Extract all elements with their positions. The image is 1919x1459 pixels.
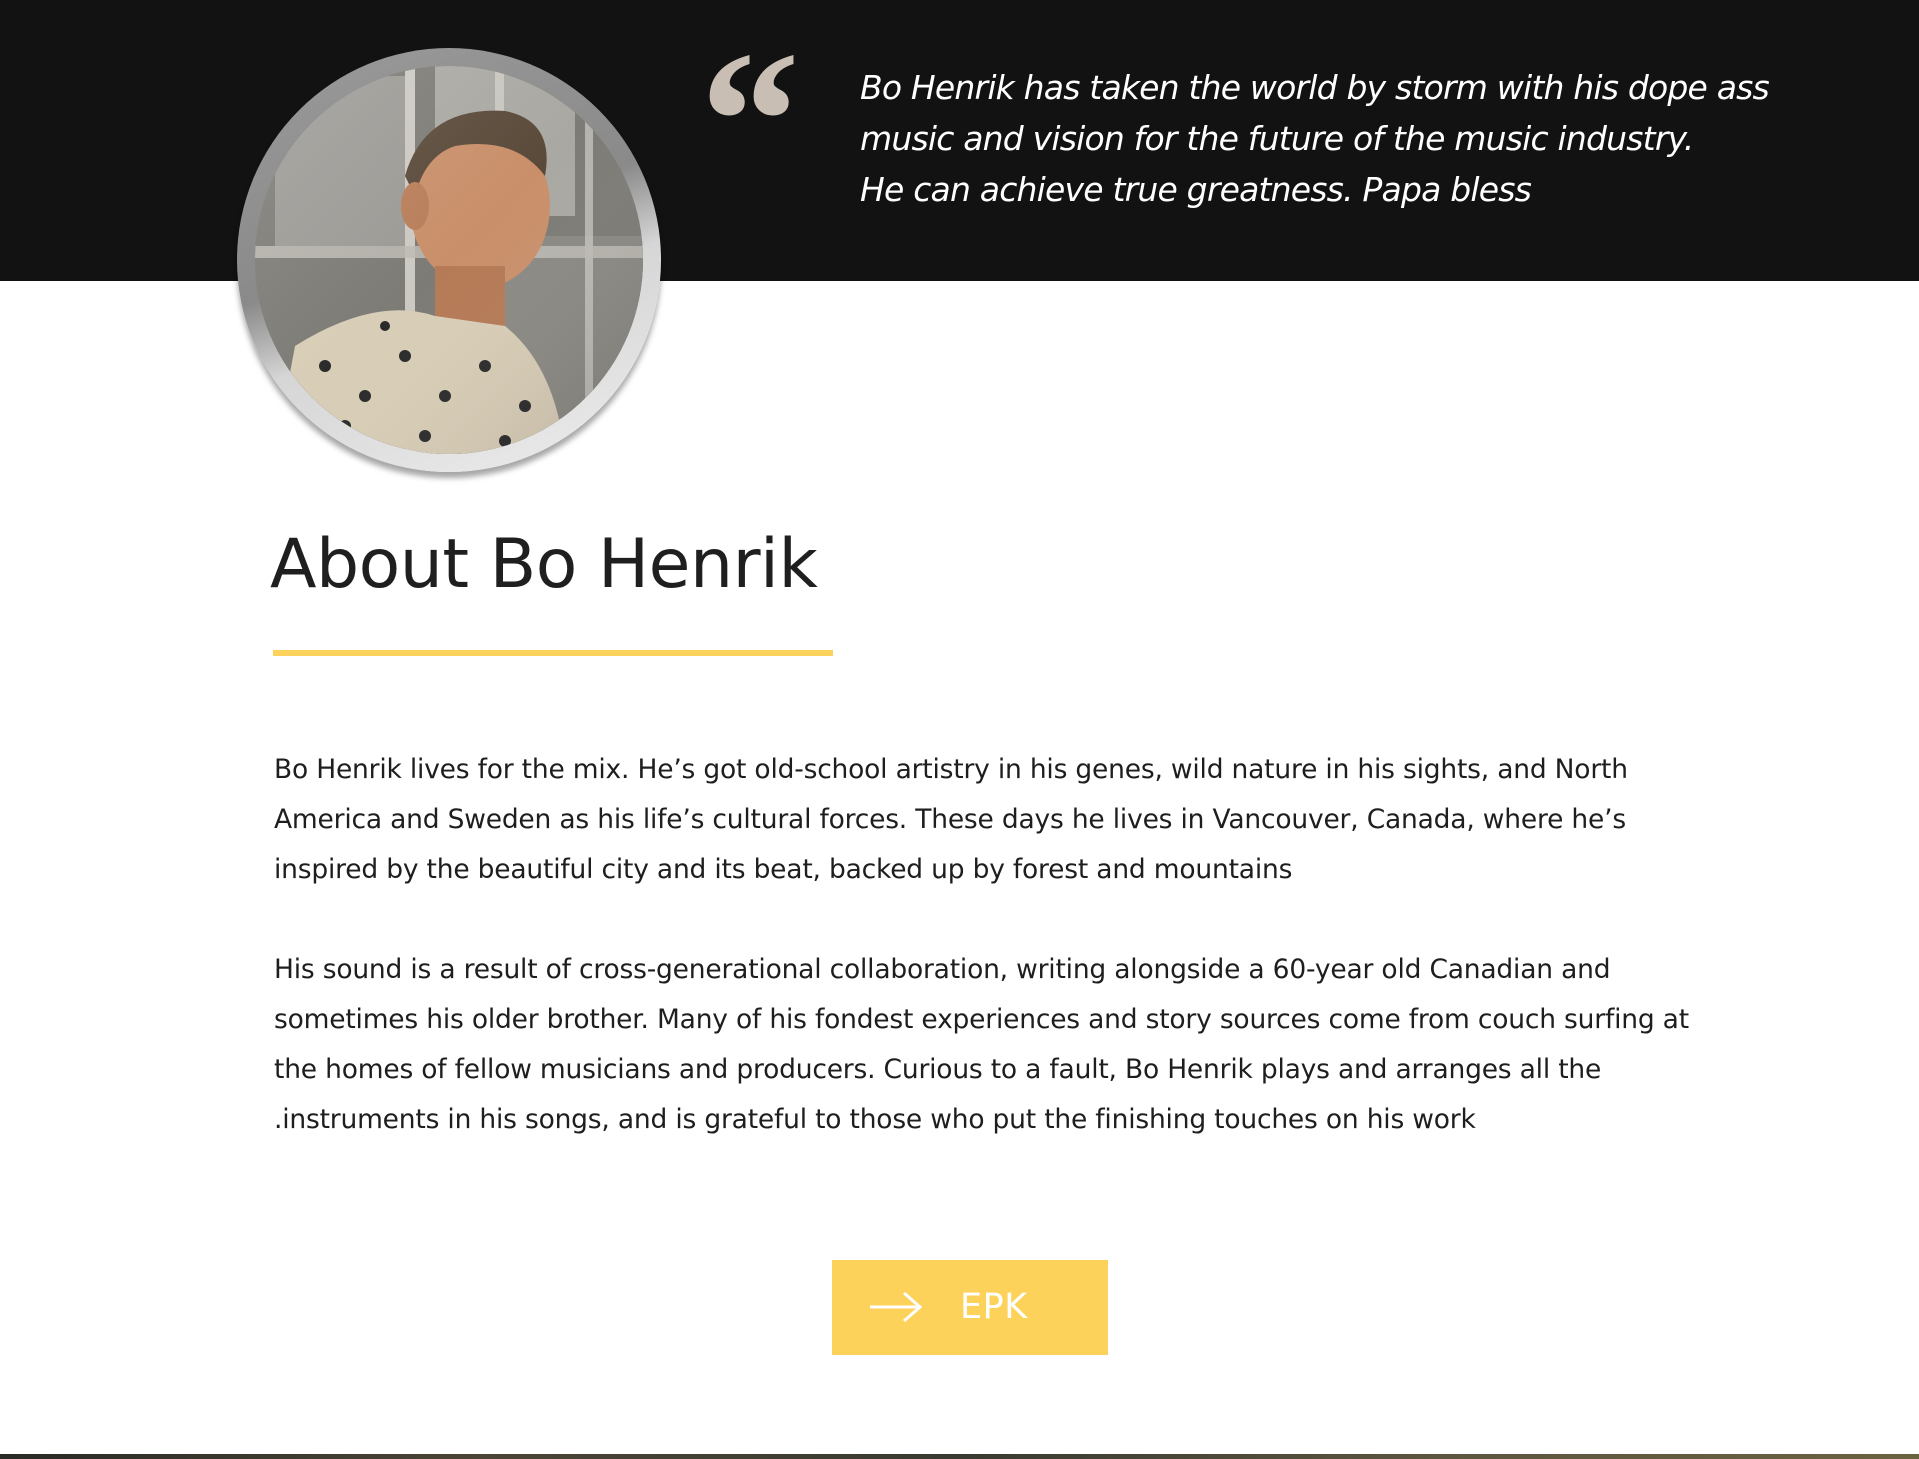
bio-line: sometimes his older brother. Many of his… — [274, 1004, 1689, 1035]
title-underline — [273, 650, 833, 656]
about-title: About Bo Henrik — [270, 525, 818, 604]
artist-photo — [255, 66, 643, 454]
bio-line: .instruments in his songs, and is gratef… — [274, 1104, 1476, 1135]
bio-line: Bo Henrik lives for the mix. He’s got ol… — [274, 754, 1628, 785]
arrow-right-icon — [870, 1291, 923, 1323]
quote-mark-icon: “ — [700, 11, 800, 232]
bio-line: America and Sweden as his life’s cultura… — [274, 804, 1626, 835]
quote-line: He can achieve true greatness. Papa bles… — [860, 170, 1532, 209]
epk-button[interactable]: EPK — [832, 1260, 1108, 1355]
bio-line: the homes of fellow musicians and produc… — [274, 1054, 1602, 1085]
bio-line: His sound is a result of cross-generatio… — [274, 954, 1611, 985]
testimonial-quote: Bo Henrik has taken the world by storm w… — [860, 62, 1770, 215]
bio-paragraph-1: Bo Henrik lives for the mix. He’s got ol… — [274, 745, 1694, 895]
quote-line: music and vision for the future of the m… — [860, 119, 1694, 158]
bio-line: inspired by the beautiful city and its b… — [274, 854, 1293, 885]
bio-paragraph-2: His sound is a result of cross-generatio… — [274, 945, 1694, 1145]
artist-avatar — [237, 48, 661, 472]
next-section-edge — [0, 1454, 1919, 1459]
quote-line: Bo Henrik has taken the world by storm w… — [860, 68, 1770, 107]
epk-button-label: EPK — [960, 1287, 1028, 1327]
